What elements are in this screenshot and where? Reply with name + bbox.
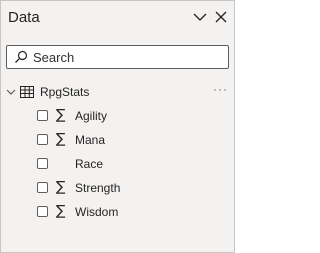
field-checkbox[interactable]	[37, 182, 48, 193]
field-row-wisdom[interactable]: ∑ Wisdom	[1, 201, 234, 223]
field-checkbox[interactable]	[37, 206, 48, 217]
table-name: RpgStats	[40, 85, 90, 99]
data-pane: Data RpgStats ···	[0, 0, 235, 253]
more-options-icon[interactable]: ···	[213, 82, 229, 98]
search-input[interactable]	[33, 49, 223, 65]
field-row-race[interactable]: Race	[1, 153, 234, 175]
field-name: Strength	[75, 181, 121, 195]
chevron-down-icon[interactable]	[192, 9, 208, 25]
close-icon[interactable]	[213, 9, 229, 25]
sigma-icon: ∑	[56, 179, 66, 195]
field-row-agility[interactable]: ∑ Agility	[1, 105, 234, 127]
sigma-icon: ∑	[56, 107, 66, 123]
field-checkbox[interactable]	[37, 134, 48, 145]
sigma-icon: ∑	[56, 131, 66, 147]
field-checkbox[interactable]	[37, 158, 48, 169]
field-checkbox[interactable]	[37, 110, 48, 121]
field-row-mana[interactable]: ∑ Mana	[1, 129, 234, 151]
search-icon	[13, 49, 29, 65]
table-node[interactable]: RpgStats ···	[1, 82, 234, 102]
field-row-strength[interactable]: ∑ Strength	[1, 177, 234, 199]
field-name: Wisdom	[75, 205, 119, 219]
search-box[interactable]	[6, 45, 229, 69]
field-name: Mana	[75, 133, 106, 147]
expand-chevron-icon[interactable]	[5, 84, 17, 100]
sigma-icon: ∑	[56, 203, 66, 219]
table-icon	[20, 85, 34, 99]
pane-title: Data	[8, 9, 40, 26]
field-name: Race	[75, 157, 104, 171]
field-name: Agility	[75, 109, 108, 123]
